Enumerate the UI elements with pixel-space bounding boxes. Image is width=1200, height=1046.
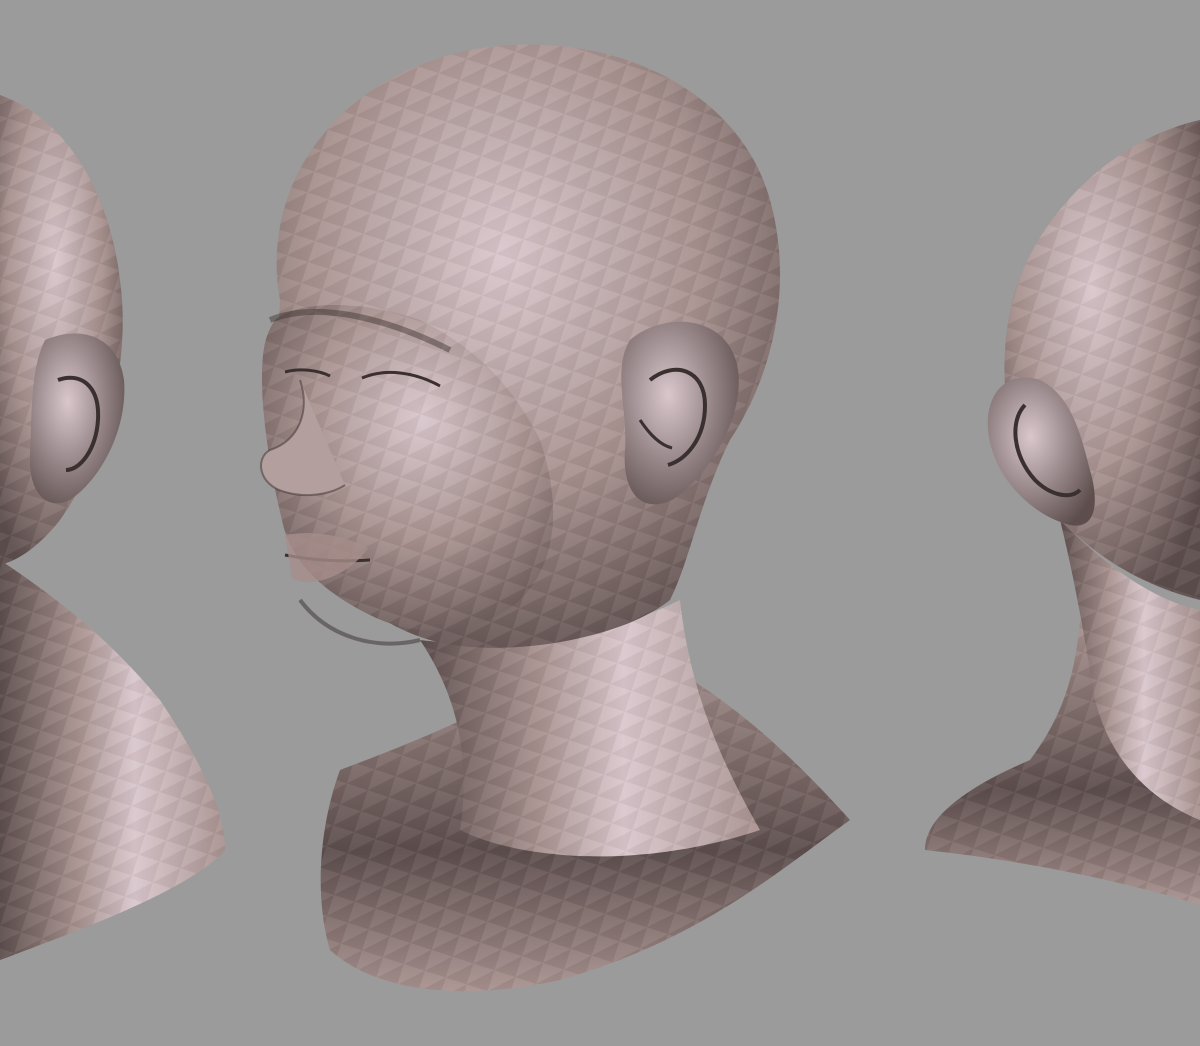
sculpt-render [0,0,1200,1046]
viewport [0,0,1200,1046]
